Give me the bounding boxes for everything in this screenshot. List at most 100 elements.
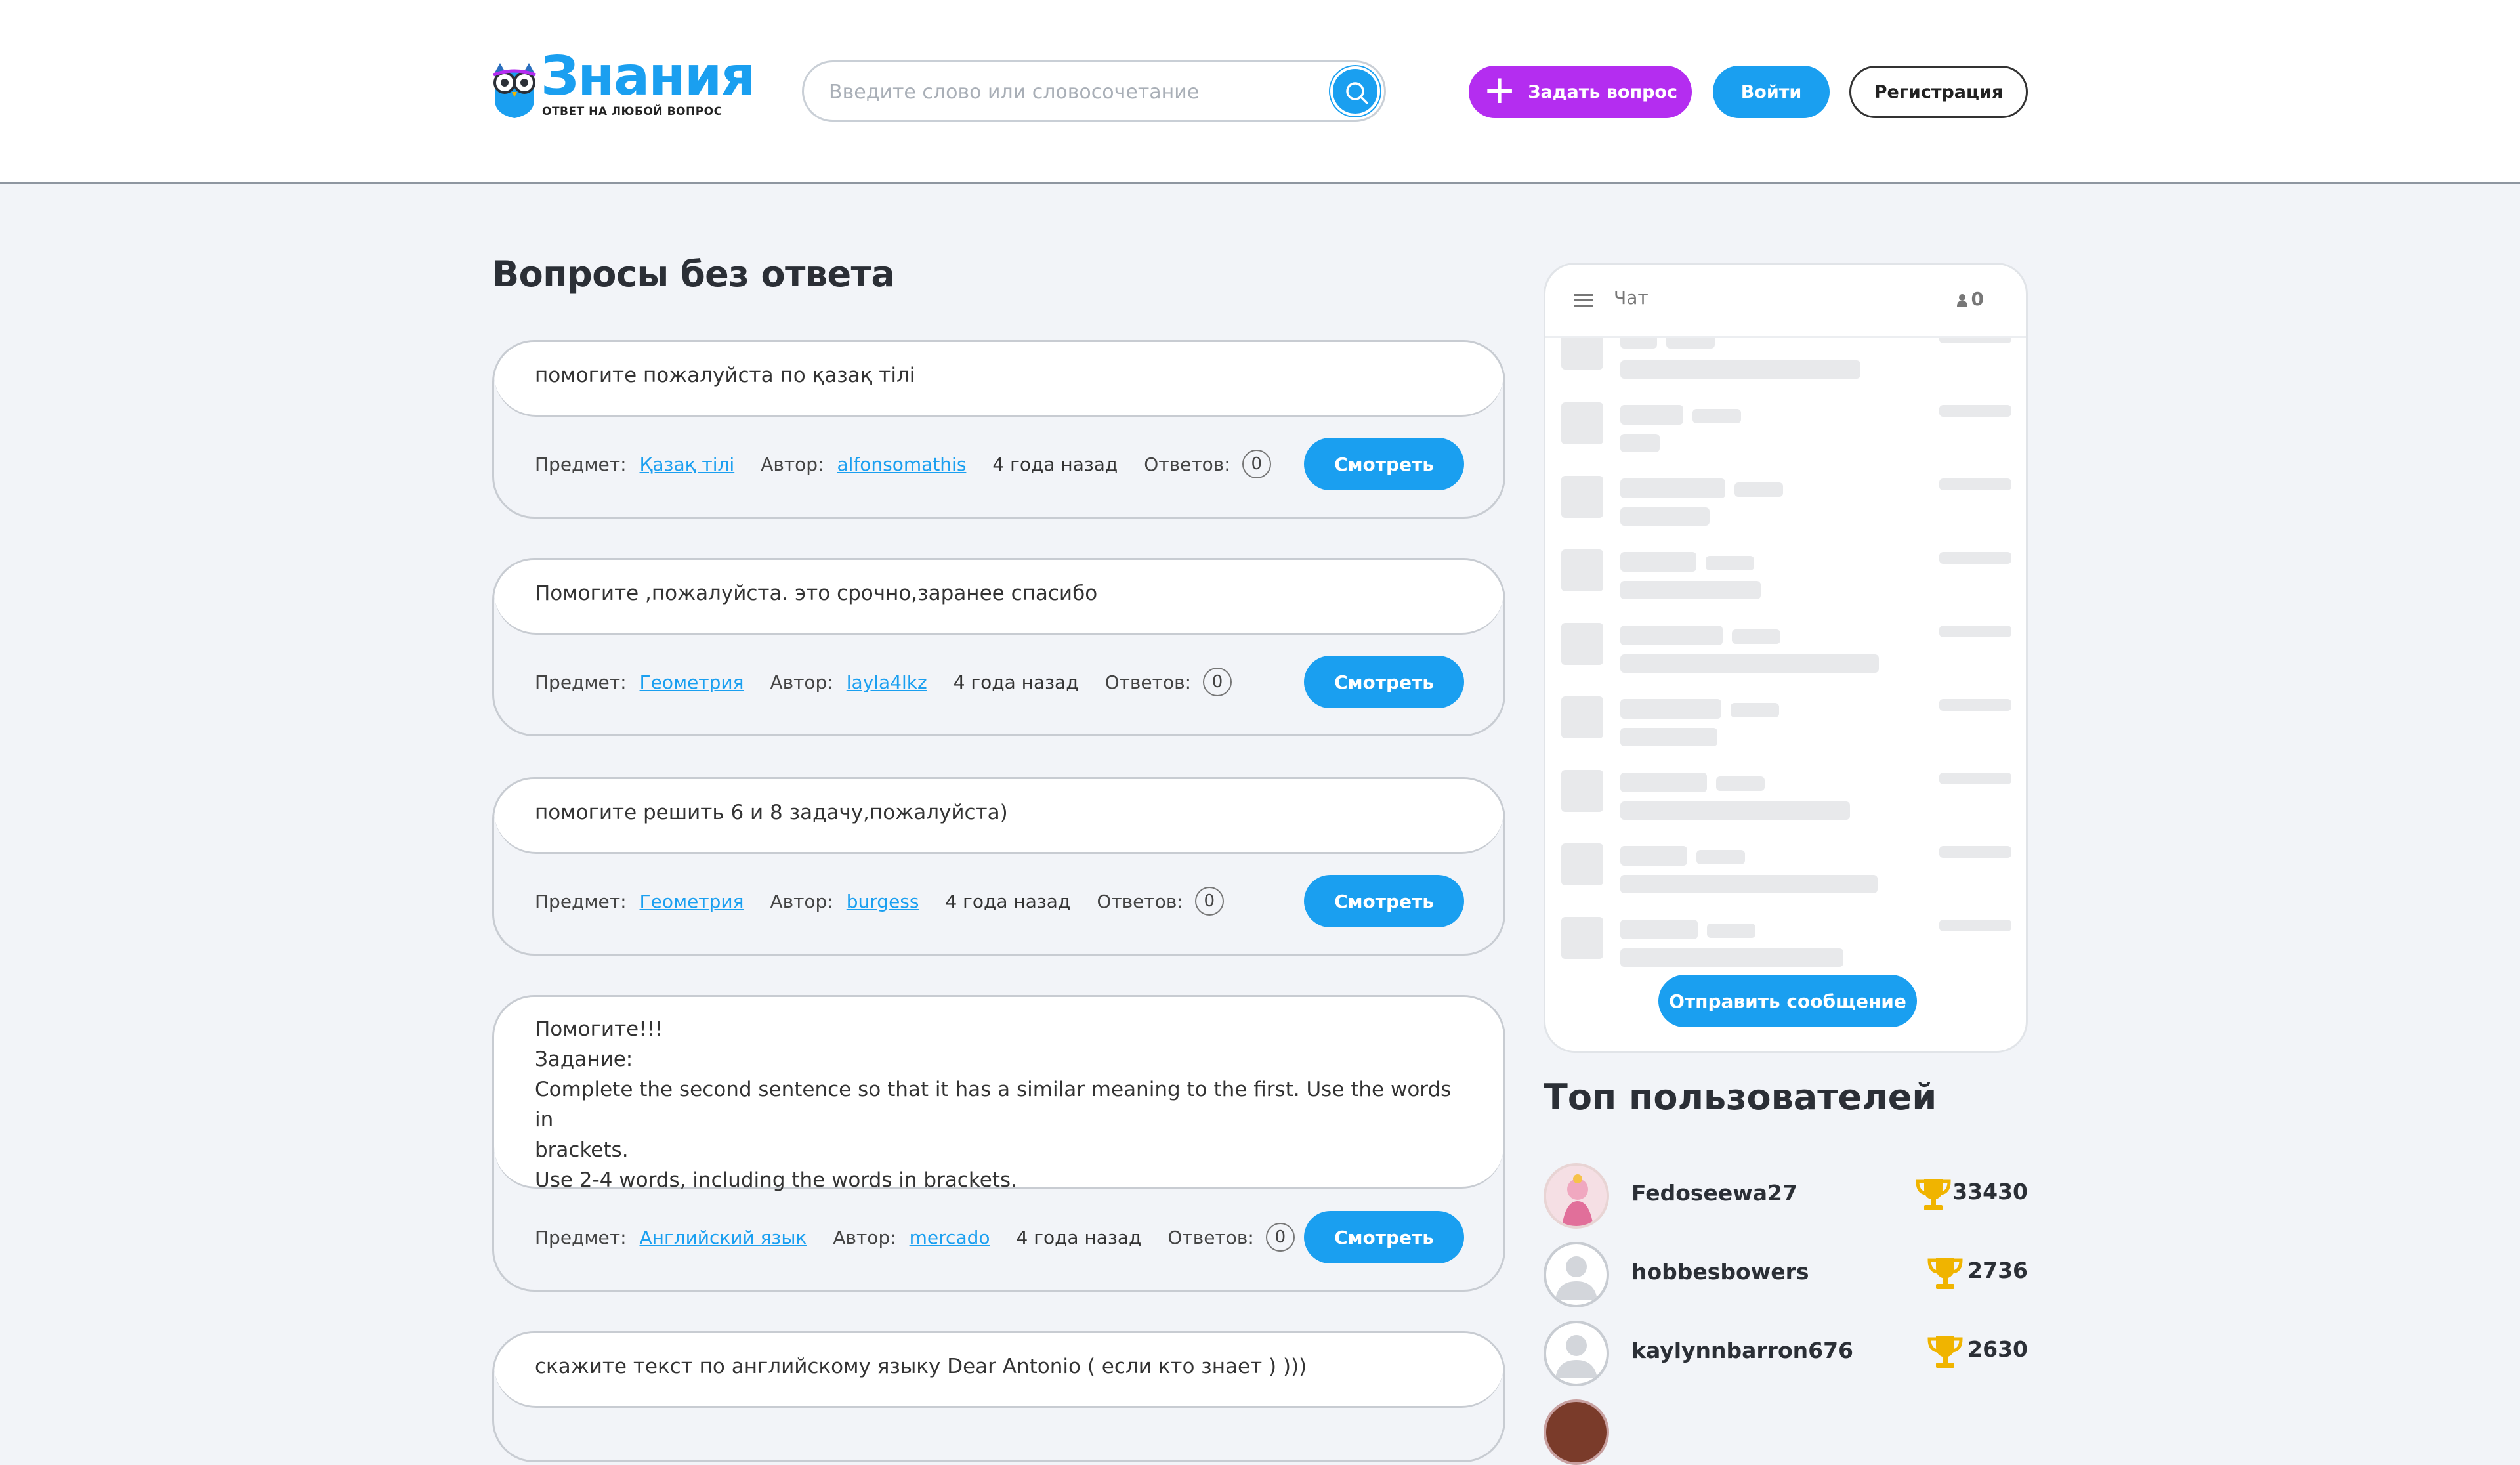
skeleton-line (1939, 626, 2011, 637)
view-question-button[interactable]: Смотреть (1304, 875, 1464, 927)
skeleton-line (1716, 776, 1765, 791)
question-text[interactable]: помогите решить 6 и 8 задачу,пожалуйста) (494, 779, 1503, 854)
skeleton-line (1620, 699, 1721, 719)
skeleton-line (1939, 552, 2011, 564)
skeleton-avatar (1561, 549, 1603, 591)
search-input[interactable] (828, 74, 1303, 110)
avatar[interactable] (1544, 1399, 1609, 1465)
skeleton-line (1620, 507, 1710, 526)
author-link[interactable]: alfonsomathis (837, 454, 967, 475)
skeleton-line (1707, 924, 1755, 938)
skeleton-line (1939, 920, 2011, 931)
site-logo[interactable]: Знания ОТВЕТ НА ЛЮБОЙ ВОПРОС (491, 50, 755, 123)
skeleton-line (1731, 703, 1779, 717)
skeleton-line (1620, 405, 1683, 425)
search-button[interactable] (1330, 66, 1380, 116)
register-button[interactable]: Регистрация (1849, 66, 2028, 118)
skeleton-line (1620, 920, 1698, 939)
author-label: Автор: (833, 1226, 896, 1248)
skeleton-line (1620, 581, 1761, 599)
top-user-name[interactable]: Fedoseewa27 (1631, 1180, 1797, 1206)
subject-link[interactable]: Геометрия (640, 671, 744, 693)
skeleton-line (1620, 360, 1860, 379)
avatar-image-icon (1546, 1166, 1606, 1226)
skeleton-line (1939, 478, 2011, 490)
author-label: Автор: (770, 671, 833, 693)
skeleton-line (1939, 846, 2011, 858)
avatar[interactable] (1544, 1163, 1609, 1229)
answers-count: 0 (1194, 887, 1224, 916)
top-user-row[interactable]: hobbesbowers 2736 (1544, 1242, 2028, 1307)
skeleton-line (1732, 629, 1780, 644)
answers-count: 0 (1265, 1223, 1295, 1252)
plus-icon: + (1482, 67, 1517, 113)
skeleton-line (1939, 699, 2011, 711)
subject-label: Предмет: (535, 671, 627, 693)
question-time: 4 года назад (945, 890, 1071, 912)
login-button[interactable]: Войти (1713, 66, 1830, 118)
send-message-button[interactable]: Отправить сообщение (1658, 975, 1917, 1027)
skeleton-line (1734, 482, 1783, 497)
default-avatar-icon (1555, 1256, 1597, 1300)
author-link[interactable]: burgess (847, 891, 919, 912)
chat-footer: Отправить сообщение (1545, 972, 2026, 1051)
question-text[interactable]: помогите пожалуйста по қазақ тілі (494, 342, 1503, 417)
question-text[interactable]: скажите текст по английскому языку Dear … (494, 1333, 1503, 1408)
trophy-icon (1916, 1179, 1951, 1210)
menu-icon[interactable] (1574, 293, 1593, 308)
question-time: 4 года назад (1016, 1226, 1142, 1248)
search-icon (1346, 82, 1368, 104)
subject-link[interactable]: Геометрия (640, 891, 744, 912)
top-user-row[interactable]: Fedoseewa27 33430 (1544, 1163, 2028, 1229)
top-user-name[interactable]: hobbesbowers (1631, 1259, 1809, 1285)
answers-label: Ответов: (1167, 1226, 1254, 1248)
trophy-icon (1927, 1336, 1963, 1368)
question-text[interactable]: Помогите!!! Задание: Complete the second… (494, 997, 1503, 1192)
view-question-button[interactable]: Смотреть (1304, 1211, 1464, 1263)
question-text[interactable]: Помогите ,пожалуйста. это срочно,заранее… (494, 560, 1503, 635)
skeleton-line (1696, 850, 1745, 864)
avatar[interactable] (1544, 1242, 1609, 1307)
question-card: Помогите ,пожалуйста. это срочно,заранее… (492, 558, 1505, 736)
top-users-title: Топ пользователей (1544, 1076, 1937, 1118)
view-question-button[interactable]: Смотреть (1304, 656, 1464, 708)
owl-logo-icon (493, 63, 536, 118)
subject-link[interactable]: Қазақ тілі (640, 454, 735, 475)
chat-online-count: 0 (1956, 288, 1984, 310)
question-line: Задание: (535, 1048, 633, 1071)
top-user-name[interactable]: kaylynnbarron676 (1631, 1338, 1853, 1363)
answers-count: 0 (1203, 668, 1232, 696)
author-label: Автор: (761, 453, 824, 475)
author-link[interactable]: mercado (910, 1227, 990, 1248)
logo-title: Знания (541, 45, 755, 108)
question-card: помогите пожалуйста по қазақ тілі Предме… (492, 340, 1505, 519)
skeleton-line (1620, 654, 1879, 673)
skeleton-avatar (1561, 696, 1603, 738)
subject-link[interactable]: Английский язык (640, 1227, 807, 1248)
skeleton-avatar (1561, 402, 1603, 444)
author-link[interactable]: layla4lkz (847, 671, 927, 693)
chat-header: Чат 0 (1545, 265, 2026, 338)
chat-title: Чат (1614, 287, 1648, 308)
question-line: Помогите!!! (535, 1017, 663, 1041)
subject-label: Предмет: (535, 453, 627, 475)
answers-label: Ответов: (1144, 453, 1230, 475)
skeleton-line (1939, 405, 2011, 417)
answers-label: Ответов: (1104, 671, 1192, 693)
logo-subtitle: ОТВЕТ НА ЛЮБОЙ ВОПРОС (542, 105, 723, 118)
skeleton-line (1620, 948, 1843, 967)
ask-question-label: Задать вопрос (1528, 81, 1677, 102)
top-user-row[interactable]: kaylynnbarron676 2630 (1544, 1321, 2028, 1386)
ask-question-button[interactable]: + Задать вопрос (1469, 66, 1692, 118)
question-line: Use 2-4 words, including the words in br… (535, 1168, 1017, 1192)
skeleton-line (1706, 556, 1754, 570)
skeleton-line (1620, 773, 1707, 792)
view-question-button[interactable]: Смотреть (1304, 438, 1464, 490)
skeleton-line (1620, 478, 1725, 498)
skeleton-line (1939, 338, 2011, 343)
avatar[interactable] (1544, 1321, 1609, 1386)
question-line: brackets. (535, 1138, 629, 1162)
chat-panel: Чат 0 Отправить сообщение (1544, 263, 2028, 1053)
skeleton-line (1620, 434, 1660, 452)
skeleton-line (1620, 552, 1696, 572)
